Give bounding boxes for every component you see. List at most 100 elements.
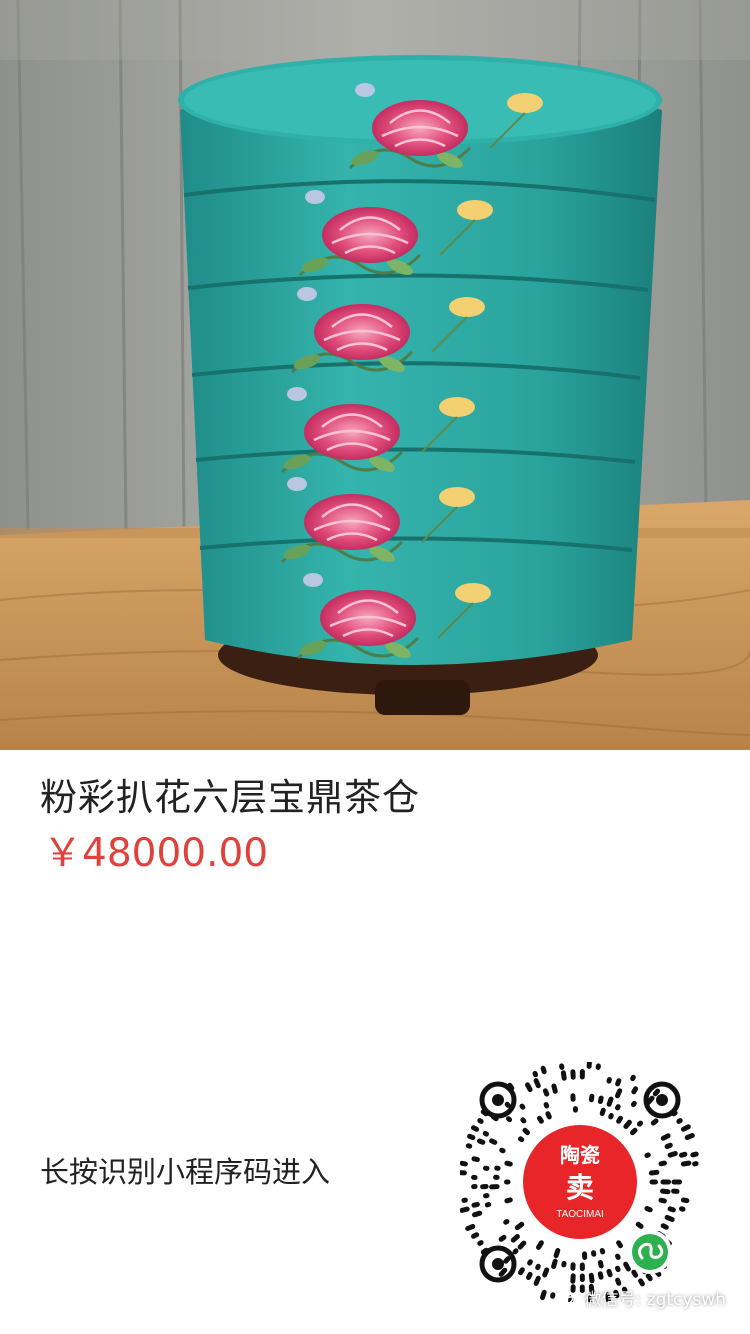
qr-dot [615, 1265, 621, 1273]
wechat-watermark: 微信号: zgtcyswh [556, 1288, 726, 1312]
qr-finder-dot [492, 1258, 504, 1270]
qr-dot [615, 1253, 621, 1260]
qr-dot [664, 1214, 675, 1222]
product-price: ￥48000.00 [43, 831, 269, 876]
qr-dot [553, 1248, 561, 1259]
wechat-id-text: 微信号: zgtcyswh [584, 1290, 726, 1310]
qr-dot [510, 1234, 520, 1243]
qr-dot [660, 1188, 671, 1195]
qr-dot [630, 1100, 637, 1108]
logo-bottom-text: TAOCIMAI [556, 1209, 604, 1220]
qr-dot [504, 1160, 513, 1167]
qr-dot [644, 1152, 651, 1158]
qr-dot [537, 1115, 544, 1124]
qr-dot [608, 1113, 614, 1120]
qr-dot [540, 1065, 547, 1075]
qr-dot [658, 1197, 667, 1204]
qr-dot [471, 1201, 480, 1208]
qr-dot [676, 1118, 683, 1124]
product-image[interactable] [0, 0, 750, 750]
qr-dot [518, 1267, 525, 1276]
qr-dot [533, 1275, 541, 1286]
qr-dot [489, 1138, 498, 1145]
miniprogram-logo-icon [628, 1230, 672, 1274]
qr-dot [506, 1116, 513, 1123]
qr-dot [542, 1088, 550, 1097]
qr-dot [514, 1221, 525, 1231]
qr-dot [588, 1272, 595, 1284]
qr-dot [615, 1104, 621, 1111]
logo-middle-text: 卖 [566, 1171, 594, 1204]
qr-dot [471, 1232, 480, 1239]
qr-dot [615, 1277, 622, 1286]
qr-dot [540, 1289, 547, 1301]
qr-dot [465, 1223, 476, 1231]
qr-dot [597, 1095, 604, 1104]
qr-finder-dot [656, 1094, 668, 1106]
qr-dot [615, 1078, 622, 1087]
qr-dot [503, 1256, 511, 1264]
qr-dot [504, 1197, 513, 1204]
qr-dot [518, 1136, 525, 1143]
qr-dot [471, 1156, 480, 1163]
qr-dot [522, 1127, 530, 1136]
qr-dot [623, 1119, 632, 1129]
qr-dot [616, 1115, 623, 1124]
qr-dot [560, 1070, 567, 1081]
logo-top-text: 陶瓷 [560, 1143, 600, 1167]
qr-dot [499, 1147, 506, 1154]
qr-dot [472, 1210, 483, 1218]
qr-dot [623, 1261, 631, 1272]
qr-dot [667, 1151, 678, 1158]
qr-dot [680, 1197, 690, 1204]
qr-dot [536, 1240, 544, 1250]
qr-dot [503, 1219, 510, 1225]
qr-dot [588, 1093, 595, 1103]
qr-dot [645, 1095, 655, 1105]
qr-dot [504, 1101, 511, 1108]
qr-dot [465, 1143, 473, 1149]
qr-dot [631, 1269, 639, 1278]
qr-dot [630, 1127, 638, 1136]
qr-dot [535, 1263, 541, 1271]
qr-dot [542, 1267, 550, 1278]
qr-dot [467, 1133, 476, 1141]
qr-dot [543, 1102, 550, 1109]
qr-dot [517, 1240, 527, 1250]
qr-dot [520, 1117, 527, 1124]
qr-dot [551, 1258, 558, 1269]
qr-dot [597, 1271, 604, 1280]
qr-dot [648, 1169, 660, 1176]
qr-dot [658, 1160, 667, 1167]
qr-dot [527, 1259, 533, 1266]
qr-dot [638, 1278, 645, 1287]
qr-dot [599, 1248, 606, 1255]
qr-dot [680, 1160, 692, 1167]
qr-dot [460, 1206, 470, 1213]
qr-code-graphic: 陶瓷 卖 TAOCIMAI [460, 1062, 699, 1302]
qr-dot [680, 1124, 691, 1132]
miniprogram-code[interactable]: 陶瓷 卖 TAOCIMAI [460, 1062, 700, 1302]
qr-dot [650, 1118, 659, 1126]
qr-dot [684, 1133, 695, 1141]
qr-dot [645, 1273, 653, 1282]
qr-dot [599, 1107, 606, 1116]
qr-dot [477, 1240, 484, 1246]
qr-dot [532, 1070, 539, 1078]
qr-dot [477, 1138, 486, 1145]
qr-dot [679, 1151, 688, 1158]
qr-dot [460, 1160, 468, 1167]
qr-dot [664, 1142, 673, 1150]
product-title: 粉彩扒花六层宝鼎茶仓 [40, 776, 420, 819]
product-photo-svg [0, 0, 750, 750]
qr-dot [526, 1271, 533, 1280]
qr-dot [498, 1267, 508, 1277]
qr-dot [477, 1118, 484, 1124]
qr-dot [635, 1221, 644, 1229]
qr-dot [606, 1268, 613, 1278]
qr-dot [498, 1234, 507, 1242]
qr-dot [660, 1223, 669, 1230]
qr-dot [551, 1083, 558, 1094]
qr-dot [545, 1111, 552, 1120]
qr-dot [637, 1120, 644, 1127]
